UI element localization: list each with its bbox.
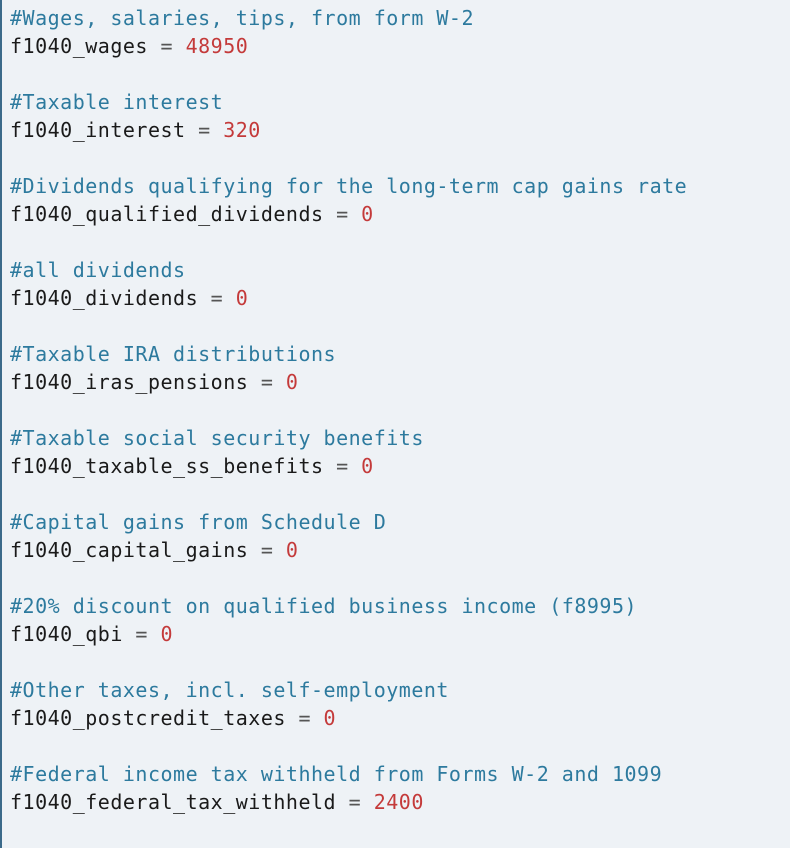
assignment-dividends: f1040_dividends = 0	[10, 284, 782, 312]
code-block-qbi: #20% discount on qualified business inco…	[10, 592, 782, 648]
assignment-iras-pensions: f1040_iras_pensions = 0	[10, 368, 782, 396]
ident-capital-gains: f1040_capital_gains	[10, 538, 248, 562]
ident-interest: f1040_interest	[10, 118, 186, 142]
code-block-federal-withheld: #Federal income tax withheld from Forms …	[10, 760, 782, 816]
value-capital-gains: 0	[286, 538, 299, 562]
comment-iras-pensions: #Taxable IRA distributions	[10, 340, 782, 368]
op-qualified-dividends: =	[324, 202, 362, 226]
code-block-capital-gains: #Capital gains from Schedule D f1040_cap…	[10, 508, 782, 564]
assignment-wages: f1040_wages = 48950	[10, 32, 782, 60]
assignment-qbi: f1040_qbi = 0	[10, 620, 782, 648]
comment-wages: #Wages, salaries, tips, from form W-2	[10, 4, 782, 32]
value-iras-pensions: 0	[286, 370, 299, 394]
code-block-qualified-dividends: #Dividends qualifying for the long-term …	[10, 172, 782, 228]
code-block-postcredit-taxes: #Other taxes, incl. self-employment f104…	[10, 676, 782, 732]
ident-dividends: f1040_dividends	[10, 286, 198, 310]
ident-ss-benefits: f1040_taxable_ss_benefits	[10, 454, 324, 478]
assignment-ss-benefits: f1040_taxable_ss_benefits = 0	[10, 452, 782, 480]
assignment-federal-withheld: f1040_federal_tax_withheld = 2400	[10, 788, 782, 816]
ident-postcredit-taxes: f1040_postcredit_taxes	[10, 706, 286, 730]
ident-federal-withheld: f1040_federal_tax_withheld	[10, 790, 336, 814]
value-qbi: 0	[161, 622, 174, 646]
value-qualified-dividends: 0	[361, 202, 374, 226]
comment-interest: #Taxable interest	[10, 88, 782, 116]
assignment-qualified-dividends: f1040_qualified_dividends = 0	[10, 200, 782, 228]
ident-iras-pensions: f1040_iras_pensions	[10, 370, 248, 394]
value-dividends: 0	[236, 286, 249, 310]
assignment-capital-gains: f1040_capital_gains = 0	[10, 536, 782, 564]
op-interest: =	[186, 118, 224, 142]
value-wages: 48950	[186, 34, 249, 58]
comment-ss-benefits: #Taxable social security benefits	[10, 424, 782, 452]
op-qbi: =	[123, 622, 161, 646]
value-interest: 320	[223, 118, 261, 142]
op-wages: =	[148, 34, 186, 58]
op-iras-pensions: =	[248, 370, 286, 394]
ident-wages: f1040_wages	[10, 34, 148, 58]
op-ss-benefits: =	[324, 454, 362, 478]
comment-qualified-dividends: #Dividends qualifying for the long-term …	[10, 172, 782, 200]
ident-qbi: f1040_qbi	[10, 622, 123, 646]
value-ss-benefits: 0	[361, 454, 374, 478]
code-block-ss-benefits: #Taxable social security benefits f1040_…	[10, 424, 782, 480]
comment-qbi: #20% discount on qualified business inco…	[10, 592, 782, 620]
value-federal-withheld: 2400	[374, 790, 424, 814]
comment-federal-withheld: #Federal income tax withheld from Forms …	[10, 760, 782, 788]
comment-dividends: #all dividends	[10, 256, 782, 284]
code-block-dividends: #all dividends f1040_dividends = 0	[10, 256, 782, 312]
code-block-iras-pensions: #Taxable IRA distributions f1040_iras_pe…	[10, 340, 782, 396]
code-block-wages: #Wages, salaries, tips, from form W-2 f1…	[10, 4, 782, 60]
op-federal-withheld: =	[336, 790, 374, 814]
op-dividends: =	[198, 286, 236, 310]
value-postcredit-taxes: 0	[324, 706, 337, 730]
comment-postcredit-taxes: #Other taxes, incl. self-employment	[10, 676, 782, 704]
code-block-interest: #Taxable interest f1040_interest = 320	[10, 88, 782, 144]
assignment-postcredit-taxes: f1040_postcredit_taxes = 0	[10, 704, 782, 732]
ident-qualified-dividends: f1040_qualified_dividends	[10, 202, 324, 226]
assignment-interest: f1040_interest = 320	[10, 116, 782, 144]
comment-capital-gains: #Capital gains from Schedule D	[10, 508, 782, 536]
op-capital-gains: =	[248, 538, 286, 562]
op-postcredit-taxes: =	[286, 706, 324, 730]
